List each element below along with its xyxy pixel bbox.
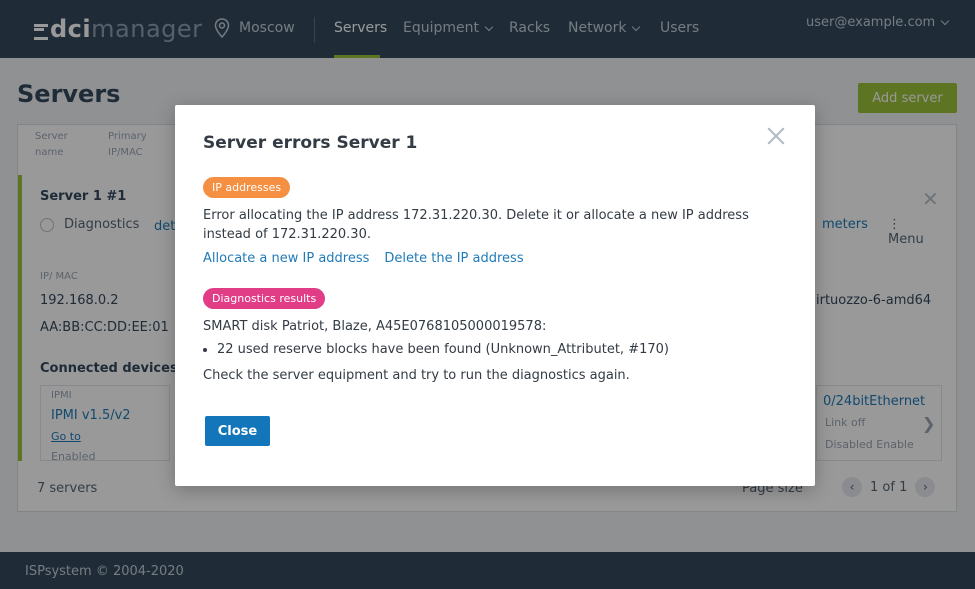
list-item: 22 used reserve blocks have been found (… [203,342,669,357]
server-errors-dialog: Server errors Server 1 IP addresses Erro… [175,105,815,486]
close-button[interactable]: Close [205,416,270,446]
ip-addresses-badge: IP addresses [203,177,291,198]
ip-actions: Allocate a new IP address Delete the IP … [203,251,539,266]
check-equipment-message: Check the server equipment and try to ru… [203,368,630,383]
diagnostics-results-badge: Diagnostics results [203,288,326,309]
close-icon[interactable] [765,125,787,147]
disk-info-line: SMART disk Patriot, Blaze, A45E076810500… [203,319,547,334]
disk-item-text: 22 used reserve blocks have been found (… [217,342,669,357]
ip-error-message: Error allocating the IP address 172.31.2… [203,208,749,242]
bullet-icon [203,347,207,352]
allocate-new-ip-link[interactable]: Allocate a new IP address [203,251,369,266]
dialog-title: Server errors Server 1 [203,133,418,153]
delete-ip-link[interactable]: Delete the IP address [384,251,523,266]
